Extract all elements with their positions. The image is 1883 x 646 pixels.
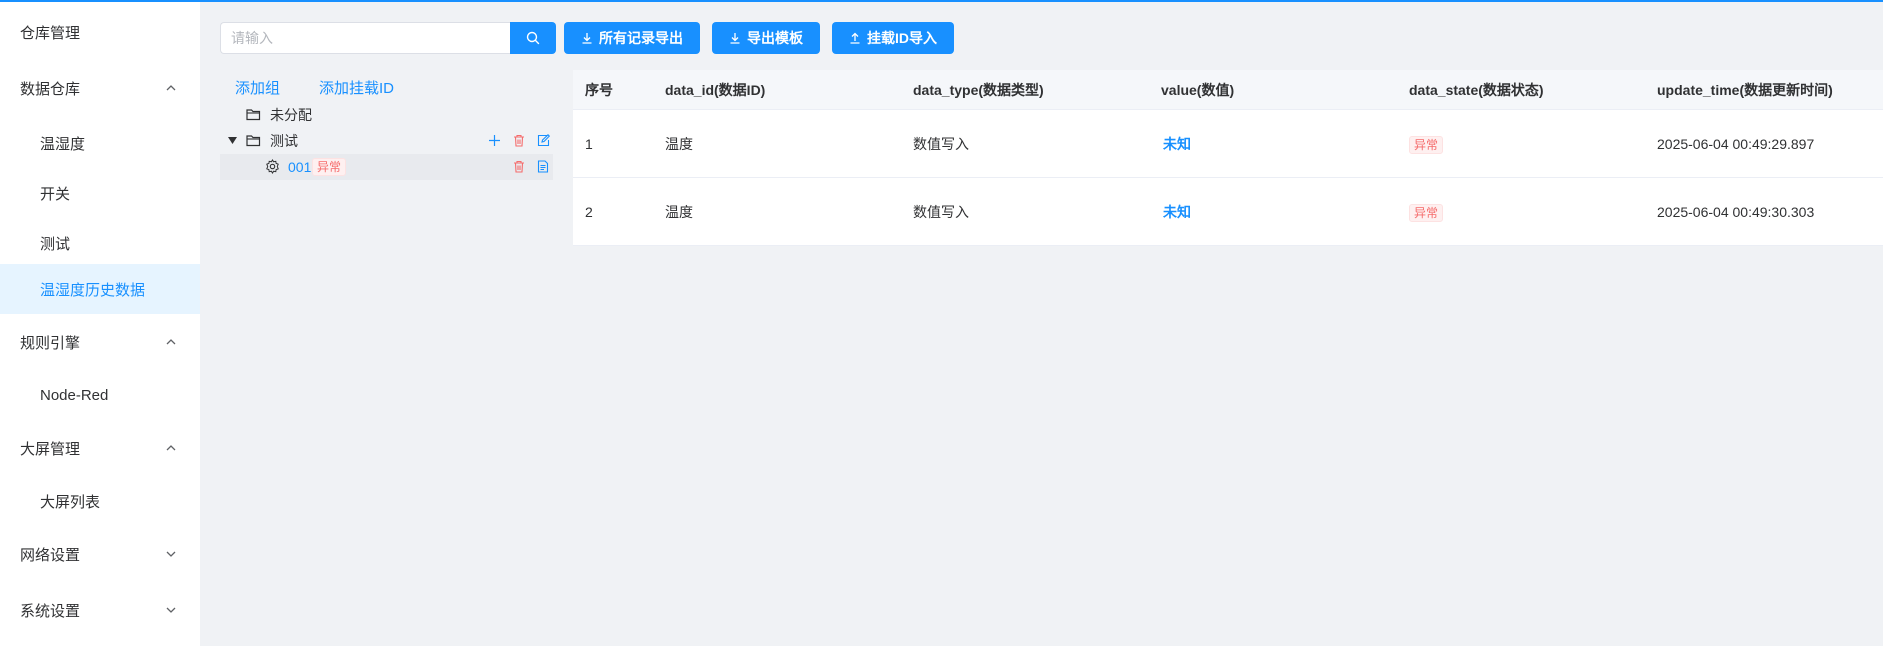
sidebar-item-node-red[interactable]: Node-Red bbox=[0, 370, 200, 420]
value-text: 未知 bbox=[1163, 136, 1191, 152]
table-header: 序号 data_id(数据ID) data_type(数据类型) value(数… bbox=[573, 70, 1883, 110]
search-button[interactable] bbox=[510, 22, 556, 54]
sidebar-item-label: 规则引擎 bbox=[20, 334, 81, 352]
tree-node-test[interactable]: 测试 bbox=[220, 128, 553, 154]
sidebar-item-label: 仓库管理 bbox=[20, 24, 81, 42]
tree-node-001[interactable]: 001 异常 bbox=[220, 154, 553, 180]
import-mount-id-label: 挂载ID导入 bbox=[867, 30, 937, 46]
tree-node-label: 测试 bbox=[270, 133, 298, 149]
cell-update-time: 2025-06-04 00:49:30.303 bbox=[1657, 204, 1815, 220]
cell-index: 1 bbox=[585, 136, 593, 152]
sidebar-item-label: 系统设置 bbox=[20, 602, 81, 620]
column-header: data_id(数据ID) bbox=[665, 82, 766, 98]
tree-node-label: 未分配 bbox=[270, 107, 312, 123]
table-row[interactable]: 2 温度 数值写入 未知 异常 2025-06-04 00:49:30.303 bbox=[573, 178, 1883, 246]
sidebar-item-screen-list[interactable]: 大屏列表 bbox=[0, 476, 200, 526]
sidebar-item-temp-humidity-history[interactable]: 温湿度历史数据 bbox=[0, 264, 200, 314]
chevron-up-icon bbox=[166, 445, 176, 451]
column-header: value(数值) bbox=[1161, 82, 1235, 98]
sidebar: 仓库管理 数据仓库 温湿度 开关 测试 温湿度历史数据 规则引擎 Node-Re… bbox=[0, 2, 200, 646]
status-badge: 异常 bbox=[1409, 136, 1444, 154]
cell-data-type: 数值写入 bbox=[913, 204, 969, 220]
add-mount-id-link[interactable]: 添加挂载ID bbox=[319, 77, 394, 98]
folder-icon bbox=[246, 109, 261, 121]
export-template-button[interactable]: 导出模板 bbox=[712, 22, 820, 54]
chevron-down-icon bbox=[166, 551, 176, 557]
sidebar-item-label: 开关 bbox=[40, 185, 71, 203]
table-row[interactable]: 1 温度 数值写入 未知 异常 2025-06-04 00:49:29.897 bbox=[573, 110, 1883, 178]
sidebar-item-network-settings[interactable]: 网络设置 bbox=[0, 532, 200, 576]
sidebar-item-label: 大屏管理 bbox=[20, 440, 81, 458]
import-mount-id-button[interactable]: 挂载ID导入 bbox=[832, 22, 954, 54]
cell-state: 异常 bbox=[1409, 178, 1444, 246]
cell-update-time: 2025-06-04 00:49:29.897 bbox=[1657, 136, 1815, 152]
folder-open-icon bbox=[246, 135, 261, 147]
sidebar-item-label: 数据仓库 bbox=[20, 80, 81, 98]
export-template-label: 导出模板 bbox=[747, 30, 803, 46]
sidebar-item-switch[interactable]: 开关 bbox=[0, 168, 200, 218]
cell-data-type: 数值写入 bbox=[913, 136, 969, 152]
cell-data-id: 温度 bbox=[665, 204, 693, 220]
data-table: 序号 data_id(数据ID) data_type(数据类型) value(数… bbox=[573, 70, 1883, 246]
cell-value: 未知 bbox=[1163, 178, 1191, 246]
add-group-link[interactable]: 添加组 bbox=[235, 77, 280, 98]
sidebar-item-screen-management[interactable]: 大屏管理 bbox=[0, 426, 200, 470]
sidebar-item-system-settings[interactable]: 系统设置 bbox=[0, 588, 200, 632]
caret-down-icon[interactable] bbox=[228, 137, 237, 144]
cell-value: 未知 bbox=[1163, 110, 1191, 178]
document-icon[interactable] bbox=[537, 160, 549, 173]
chevron-up-icon bbox=[166, 339, 176, 345]
cell-index: 2 bbox=[585, 204, 593, 220]
sidebar-item-label: 网络设置 bbox=[20, 546, 81, 564]
download-icon bbox=[582, 33, 592, 44]
sidebar-item-label: 温湿度 bbox=[40, 135, 86, 153]
sidebar-item-label: 测试 bbox=[40, 235, 71, 253]
cell-state: 异常 bbox=[1409, 110, 1444, 178]
status-badge: 异常 bbox=[1409, 204, 1444, 222]
cell-data-id: 温度 bbox=[665, 136, 693, 152]
chevron-down-icon bbox=[166, 607, 176, 613]
trash-icon[interactable] bbox=[513, 160, 525, 173]
value-text: 未知 bbox=[1163, 204, 1191, 220]
download-icon bbox=[730, 33, 740, 44]
edit-icon[interactable] bbox=[537, 134, 550, 147]
sidebar-item-warehouse-management[interactable]: 仓库管理 bbox=[0, 10, 200, 54]
sidebar-item-label: 大屏列表 bbox=[40, 493, 101, 511]
column-header: 序号 bbox=[585, 82, 613, 98]
sidebar-item-rule-engine[interactable]: 规则引擎 bbox=[0, 320, 200, 364]
trash-icon[interactable] bbox=[513, 134, 525, 147]
top-accent-line bbox=[0, 0, 1883, 2]
sidebar-item-label: Node-Red bbox=[40, 386, 109, 404]
column-header: update_time(数据更新时间) bbox=[1657, 82, 1833, 98]
chevron-up-icon bbox=[166, 85, 176, 91]
upload-icon bbox=[850, 32, 860, 44]
gear-icon bbox=[266, 159, 279, 174]
export-all-label: 所有记录导出 bbox=[599, 30, 683, 46]
column-header: data_state(数据状态) bbox=[1409, 82, 1544, 98]
sidebar-item-label: 温湿度历史数据 bbox=[40, 281, 146, 299]
tree-node-label: 001 bbox=[288, 159, 312, 175]
sidebar-item-test[interactable]: 测试 bbox=[0, 218, 200, 268]
sidebar-item-temp-humidity[interactable]: 温湿度 bbox=[0, 118, 200, 168]
column-header: data_type(数据类型) bbox=[913, 82, 1044, 98]
plus-icon[interactable] bbox=[488, 134, 501, 147]
search-icon bbox=[526, 31, 540, 45]
export-all-button[interactable]: 所有记录导出 bbox=[564, 22, 700, 54]
status-badge: 异常 bbox=[312, 158, 347, 176]
search-input[interactable] bbox=[220, 22, 510, 54]
sidebar-item-data-warehouse[interactable]: 数据仓库 bbox=[0, 66, 200, 110]
tree-node-unassigned[interactable]: 未分配 bbox=[220, 102, 553, 128]
